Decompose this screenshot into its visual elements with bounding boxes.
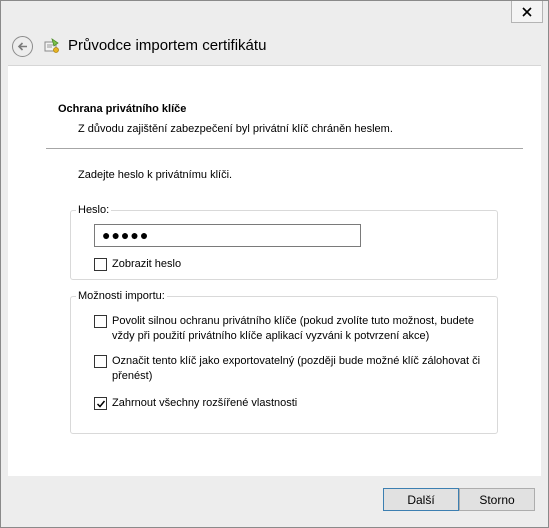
- password-prompt: Zadejte heslo k privátnímu klíči.: [78, 169, 233, 181]
- section-title: Ochrana privátního klíče: [58, 103, 187, 115]
- show-password-checkbox[interactable]: [94, 258, 107, 271]
- certificate-icon: [44, 38, 59, 53]
- exportable-option[interactable]: Označit tento klíč jako exportovatelný (…: [94, 354, 494, 384]
- window-title: Průvodce importem certifikátu: [68, 37, 267, 54]
- password-group-legend: Heslo:: [76, 204, 112, 216]
- import-options-legend: Možnosti importu:: [76, 290, 167, 302]
- close-icon: [522, 6, 532, 17]
- extended-properties-checkbox[interactable]: [94, 397, 107, 410]
- exportable-label: Označit tento klíč jako exportovatelný (…: [112, 355, 481, 382]
- extended-properties-label: Zahrnout všechny rozšířené vlastnosti: [112, 397, 298, 409]
- strong-protection-checkbox[interactable]: [94, 315, 107, 328]
- wizard-page: Ochrana privátního klíče Z důvodu zajišt…: [8, 65, 541, 476]
- checkmark-icon: [96, 400, 105, 408]
- extended-properties-option[interactable]: Zahrnout všechny rozšířené vlastnosti: [94, 396, 494, 411]
- title-bar: Průvodce importem certifikátu: [1, 1, 548, 63]
- certificate-import-wizard-window: Průvodce importem certifikátu Ochrana pr…: [0, 0, 549, 528]
- password-field[interactable]: ●●●●●: [94, 224, 361, 247]
- exportable-checkbox[interactable]: [94, 355, 107, 368]
- section-subtitle: Z důvodu zajištění zabezpečení byl privá…: [78, 123, 393, 135]
- header-divider: [46, 148, 523, 149]
- close-button[interactable]: [511, 1, 543, 23]
- cancel-button[interactable]: Storno: [459, 488, 535, 511]
- next-button[interactable]: Další: [383, 488, 459, 511]
- strong-protection-label: Povolit silnou ochranu privátního klíče …: [112, 315, 474, 342]
- back-button[interactable]: [12, 36, 33, 57]
- back-arrow-icon: [17, 42, 27, 51]
- strong-protection-option[interactable]: Povolit silnou ochranu privátního klíče …: [94, 314, 494, 344]
- show-password-checkbox-row[interactable]: Zobrazit heslo: [94, 257, 181, 272]
- show-password-label: Zobrazit heslo: [112, 258, 182, 270]
